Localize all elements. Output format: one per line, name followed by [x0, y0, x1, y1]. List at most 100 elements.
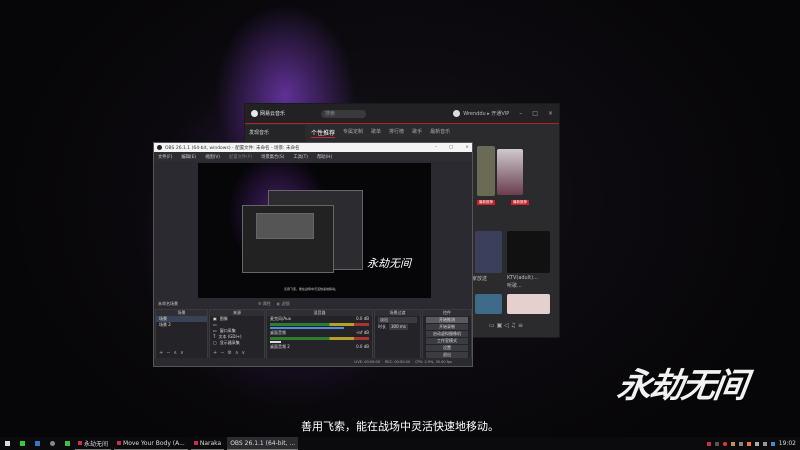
taskbar-label: Naraka	[199, 439, 222, 447]
playlist-cover[interactable]	[507, 231, 550, 273]
properties-button[interactable]: ⚙ 属性	[258, 301, 271, 307]
window-title: OBS 26.1.1 (64-bit, windows) - 配置文件: 未命名…	[165, 145, 300, 151]
preview-subtitle: 善用飞索，能在战场中灵活快速地移动。	[284, 287, 339, 291]
maximize-icon[interactable]: □	[532, 110, 538, 117]
user-profile[interactable]: Wrenddu ▸ 开通VIP	[453, 110, 509, 117]
taskbar: 永劫无间 Move Your Body (A... Naraka OBS 26.…	[0, 437, 800, 450]
scene-toolbar[interactable]: +−∧∨	[159, 350, 187, 356]
close-icon[interactable]: ×	[465, 145, 469, 150]
menu-help[interactable]: 帮助(H)	[317, 154, 332, 160]
close-icon[interactable]: ×	[548, 110, 553, 117]
sources-dock: 来源 ▣ 图像 ▭ ▭ 窗口采集 T 文本 (GDI+) ▢ 显示器采集 +−⚙…	[209, 309, 265, 359]
player-controls[interactable]: ▭ ▣ ◁ ♫ ≡	[489, 322, 533, 329]
playlist-caption[interactable]: KTV(adult)...	[507, 275, 551, 281]
tray-icon[interactable]	[738, 441, 743, 446]
status-bar: LIVE: 00:00:00 REC: 00:00:00 CPU: 2.9%, …	[154, 358, 472, 366]
volume-icon[interactable]	[762, 441, 767, 446]
minimize-icon[interactable]: –	[435, 145, 437, 150]
studio-mode-button[interactable]: 工作室模式	[426, 338, 468, 344]
filters-label: 滤镜	[281, 300, 290, 306]
game-logo: 永劫无间	[614, 366, 749, 406]
mixer-channel-name: 桌面音频 2	[270, 344, 290, 349]
taskbar-item[interactable]: OBS 26.1.1 (64-bit, ...	[227, 437, 299, 450]
tray-icon[interactable]	[722, 441, 727, 446]
playlist-cover[interactable]	[475, 294, 502, 314]
settings-button[interactable]: 设置	[426, 345, 468, 351]
menu-profile[interactable]: 配置文件(P)	[229, 154, 252, 160]
tab-artists[interactable]: 歌手	[412, 128, 422, 138]
menu-file[interactable]: 文件(F)	[158, 154, 172, 160]
source-toolbar[interactable]: +−⚙∧∨	[213, 350, 248, 356]
live-time: LIVE: 00:00:00	[354, 360, 380, 364]
playlist-cover[interactable]	[475, 231, 502, 273]
netease-logo-text: 网易云音乐	[260, 111, 286, 117]
network-icon[interactable]	[754, 441, 759, 446]
preview-nested	[256, 213, 314, 239]
tray-icon[interactable]	[714, 441, 719, 446]
search-input[interactable]: 搜索	[321, 109, 367, 118]
user-name: Wrenddu ▸ 开通VIP	[463, 111, 510, 117]
source-label: 显示器采集	[219, 340, 240, 345]
app-icon[interactable]	[35, 441, 40, 446]
dock-title: 控件	[423, 310, 471, 316]
source-item[interactable]: ▢ 显示器采集	[210, 340, 264, 346]
tab-playlists[interactable]: 歌单	[371, 128, 381, 138]
album-cover[interactable]	[497, 149, 523, 195]
mixer-db: 0.0 dB	[356, 344, 369, 349]
start-streaming-button[interactable]: 开始推流	[426, 317, 468, 323]
volume-meter	[270, 323, 369, 326]
maximize-icon[interactable]: □	[449, 145, 453, 150]
system-tray: 19:02	[706, 440, 800, 447]
scene-info-bar: 未命名场景 ⚙ 属性 ◐ 滤镜	[154, 299, 472, 308]
tray-icon[interactable]	[706, 441, 711, 446]
duration-input[interactable]: 300 ms	[389, 324, 408, 330]
mixer-db: 0.0 dB	[356, 316, 369, 321]
app-icon[interactable]	[20, 441, 25, 446]
obs-window[interactable]: OBS 26.1.1 (64-bit, windows) - 配置文件: 未命名…	[153, 142, 473, 367]
transition-select[interactable]: 淡出	[378, 317, 417, 323]
tab-recommend[interactable]: 个性推荐	[311, 128, 336, 138]
subtitle: 善用飞索，能在战场中灵活快速地移动。	[301, 420, 499, 433]
dock-title: 场景过渡	[375, 310, 420, 316]
tab-charts[interactable]: 排行榜	[389, 128, 404, 138]
menu-scene-collection[interactable]: 场景集合(S)	[261, 154, 284, 160]
scene-item[interactable]: 场景 2	[156, 322, 207, 328]
tray-icon[interactable]	[730, 441, 735, 446]
menu-edit[interactable]: 编辑(E)	[181, 154, 196, 160]
rec-time: REC: 00:00:00	[384, 360, 411, 364]
tab-new-music[interactable]: 最新音乐	[430, 128, 450, 138]
settings-icon[interactable]	[50, 441, 55, 446]
album-cover[interactable]	[477, 146, 495, 196]
cpu-fps: CPU: 2.9%, 30.00 fps	[415, 360, 452, 364]
sidebar-item-discover[interactable]: 发现音乐	[249, 130, 269, 136]
minimize-icon[interactable]: –	[519, 110, 522, 117]
scenes-dock: 场景 场景 场景 2 +−∧∨	[155, 309, 208, 359]
filters-button[interactable]: ◐ 滤镜	[277, 301, 290, 307]
obs-titlebar: OBS 26.1.1 (64-bit, windows) - 配置文件: 未命名…	[154, 143, 472, 152]
notification-icon[interactable]	[770, 441, 775, 446]
start-icon[interactable]	[5, 441, 10, 446]
preview-canvas[interactable]: 永劫无间 善用飞索，能在战场中灵活快速地移动。	[198, 163, 431, 298]
taskbar-label: Move Your Body (A...	[123, 439, 185, 447]
taskbar-item[interactable]: Naraka	[190, 437, 225, 450]
clock[interactable]: 19:02	[779, 440, 796, 447]
playlist-caption[interactable]: 听歌...	[507, 282, 551, 289]
play-icon[interactable]	[65, 441, 70, 446]
source-label: 图像	[219, 316, 228, 321]
tray-icon[interactable]	[746, 441, 751, 446]
tab-custom[interactable]: 专属定制	[343, 128, 363, 138]
taskbar-item[interactable]: Move Your Body (A...	[114, 437, 188, 450]
virtual-camera-button[interactable]: 启动虚拟摄像机	[426, 331, 468, 337]
obs-logo-icon	[157, 145, 162, 150]
menu-view[interactable]: 视图(V)	[205, 154, 220, 160]
preview-game-logo: 永劫无间	[367, 257, 411, 270]
taskbar-item[interactable]: 永劫无间	[75, 437, 112, 450]
menu-tools[interactable]: 工具(T)	[293, 154, 308, 160]
playlist-cover[interactable]	[507, 294, 550, 314]
badge: 最新推荐	[511, 200, 529, 205]
tab-bar: 个性推荐 专属定制 歌单 排行榜 歌手 最新音乐	[311, 128, 450, 138]
volume-slider[interactable]	[270, 327, 344, 329]
netease-titlebar: 网易云音乐 搜索 Wrenddu ▸ 开通VIP – □ ×	[245, 104, 559, 124]
volume-slider[interactable]	[270, 341, 281, 343]
start-recording-button[interactable]: 开始录制	[426, 324, 468, 330]
